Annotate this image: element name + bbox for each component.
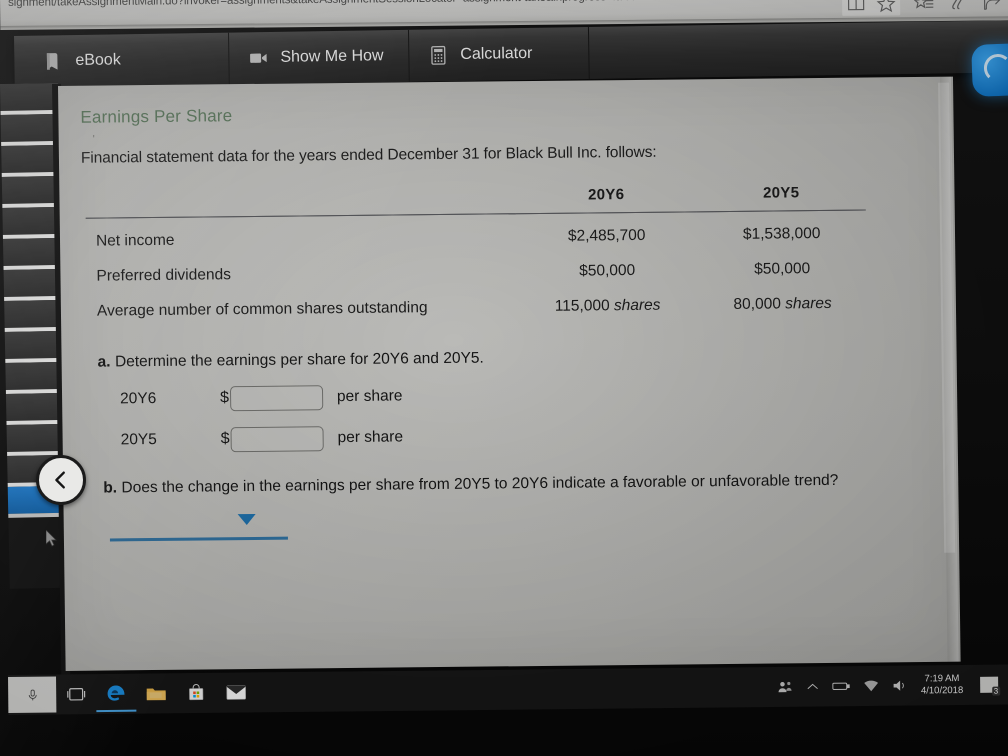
row-value-20y5: $1,538,000 <box>742 224 821 243</box>
navigator-row[interactable] <box>0 237 62 271</box>
edge-browser-icon[interactable] <box>96 675 137 713</box>
notification-badge: 3 <box>991 686 1001 696</box>
navigator-row[interactable] <box>0 392 65 426</box>
per-share-label-20y6: per share <box>336 387 403 406</box>
dollar-sign: $ <box>219 389 230 407</box>
question-b-marker: b. <box>103 478 118 497</box>
reading-view-icon[interactable] <box>846 0 866 14</box>
system-tray: 7:19 AM 4/10/2018 3 <box>777 673 1008 699</box>
navigator-row[interactable] <box>0 206 61 240</box>
caret-down-icon[interactable] <box>237 513 256 525</box>
row-value-20y5-number: 80,000 <box>733 294 782 313</box>
question-a-text: Determine the earnings per share for 20Y… <box>114 349 484 370</box>
tab-calculator-label: Calculator <box>460 44 533 63</box>
video-camera-icon <box>250 53 267 63</box>
dropdown-underline <box>109 536 288 541</box>
navigator-row[interactable] <box>0 299 63 333</box>
question-b: b. Does the change in the earnings per s… <box>103 470 929 541</box>
row-value-20y5-units: shares <box>785 294 832 312</box>
trend-dropdown[interactable] <box>109 509 288 541</box>
web-note-pen-icon[interactable] <box>948 0 968 13</box>
hub-favorites-icon[interactable] <box>914 0 934 13</box>
answer-year-20y5: 20Y5 <box>120 430 157 449</box>
eps-input-20y5[interactable] <box>230 425 324 452</box>
eps-input-20y6[interactable] <box>229 384 324 411</box>
wifi-icon[interactable] <box>863 679 879 692</box>
page-title: Earnings Per Share <box>80 106 233 127</box>
navigator-row[interactable] <box>0 175 61 209</box>
table-header-20y6: 20Y6 <box>587 186 625 204</box>
help-bubble-icon[interactable] <box>971 43 1008 97</box>
table-header-20y5: 20Y5 <box>762 184 800 202</box>
microsoft-store-icon[interactable] <box>176 675 216 711</box>
notification-center-icon[interactable]: 3 <box>980 676 1001 696</box>
url-text: signment/takeAssignmentMain.do?invoker=a… <box>8 0 636 9</box>
row-value-20y6-units: shares <box>613 296 661 314</box>
row-value-20y6-number: 115,000 <box>554 296 610 315</box>
collapse-navigator-button[interactable] <box>36 455 86 505</box>
navigator-row[interactable] <box>0 144 60 178</box>
chevron-left-icon <box>55 471 65 489</box>
edge-glyph <box>107 685 125 701</box>
store-glyph <box>189 684 204 701</box>
row-label: Net income <box>95 231 175 250</box>
task-view-glyph <box>67 688 86 701</box>
row-label: Average number of common shares outstand… <box>96 298 428 320</box>
tab-calculator[interactable]: Calculator <box>408 26 590 82</box>
table-row: Average number of common shares outstand… <box>87 280 867 323</box>
people-icon[interactable] <box>777 680 793 694</box>
reading-favorites-group <box>841 0 901 16</box>
row-value-20y6: $2,485,700 <box>567 226 646 245</box>
clock-time: 7:19 AM <box>924 673 960 685</box>
navigator-row[interactable] <box>0 82 59 116</box>
clock-date: 4/10/2018 <box>920 684 964 697</box>
tab-ebook[interactable]: eBook <box>14 32 230 88</box>
question-a: a. Determine the earnings per share for … <box>97 344 927 453</box>
row-value-20y6: 115,000 shares <box>517 282 699 319</box>
row-value-20y5: 80,000 shares <box>698 280 867 317</box>
task-view-icon[interactable] <box>56 676 96 712</box>
mail-icon[interactable] <box>216 674 256 710</box>
folder-glyph <box>146 688 166 701</box>
navigator-row[interactable] <box>0 268 63 302</box>
financial-data-table: 20Y6 20Y5 Net income $2,485,700 $1,538,0… <box>85 184 867 324</box>
file-explorer-icon[interactable] <box>136 675 176 711</box>
screen-photo: signment/takeAssignmentMain.do?invoker=a… <box>0 0 1008 756</box>
row-value-20y6: $50,000 <box>579 261 636 280</box>
tab-show-me-how-label: Show Me How <box>280 47 384 66</box>
dollar-sign: $ <box>220 430 230 448</box>
navigator-row[interactable] <box>0 330 64 364</box>
assignment-page: Earnings Per Share ' Financial statement… <box>58 76 961 671</box>
favorite-star-icon[interactable] <box>876 0 896 14</box>
row-label: Preferred dividends <box>96 265 232 285</box>
per-share-label-20y5: per share <box>337 428 404 447</box>
book-icon <box>46 53 58 70</box>
answer-row-20y6: 20Y6 $ per share <box>120 378 927 411</box>
volume-icon[interactable] <box>892 679 908 693</box>
answer-year-20y6: 20Y6 <box>119 389 157 408</box>
toolbar-filler <box>589 20 1008 79</box>
show-hidden-icons-chevron[interactable] <box>806 682 819 692</box>
cortana-search[interactable] <box>8 676 57 713</box>
taskbar-clock[interactable]: 7:19 AM 4/10/2018 <box>921 673 964 697</box>
question-b-text: Does the change in the earnings per shar… <box>121 471 839 496</box>
mouse-cursor <box>46 530 57 547</box>
navigator-row[interactable] <box>0 113 60 147</box>
calculator-icon <box>431 45 446 65</box>
microphone-icon <box>28 689 37 700</box>
tab-show-me-how[interactable]: Show Me How <box>228 29 410 85</box>
answer-row-20y5: 20Y5 $ per share <box>120 419 927 452</box>
navigator-row[interactable] <box>0 423 66 457</box>
share-icon[interactable] <box>982 0 1002 13</box>
question-a-marker: a. <box>97 352 111 371</box>
browser-toolbar-icons <box>841 0 1002 16</box>
intro-text: Financial statement data for the years e… <box>80 143 657 167</box>
battery-icon[interactable] <box>832 680 850 692</box>
tab-ebook-label: eBook <box>75 51 121 70</box>
row-value-20y5: $50,000 <box>754 259 811 278</box>
navigator-row[interactable] <box>0 361 64 395</box>
envelope-glyph <box>226 685 246 700</box>
